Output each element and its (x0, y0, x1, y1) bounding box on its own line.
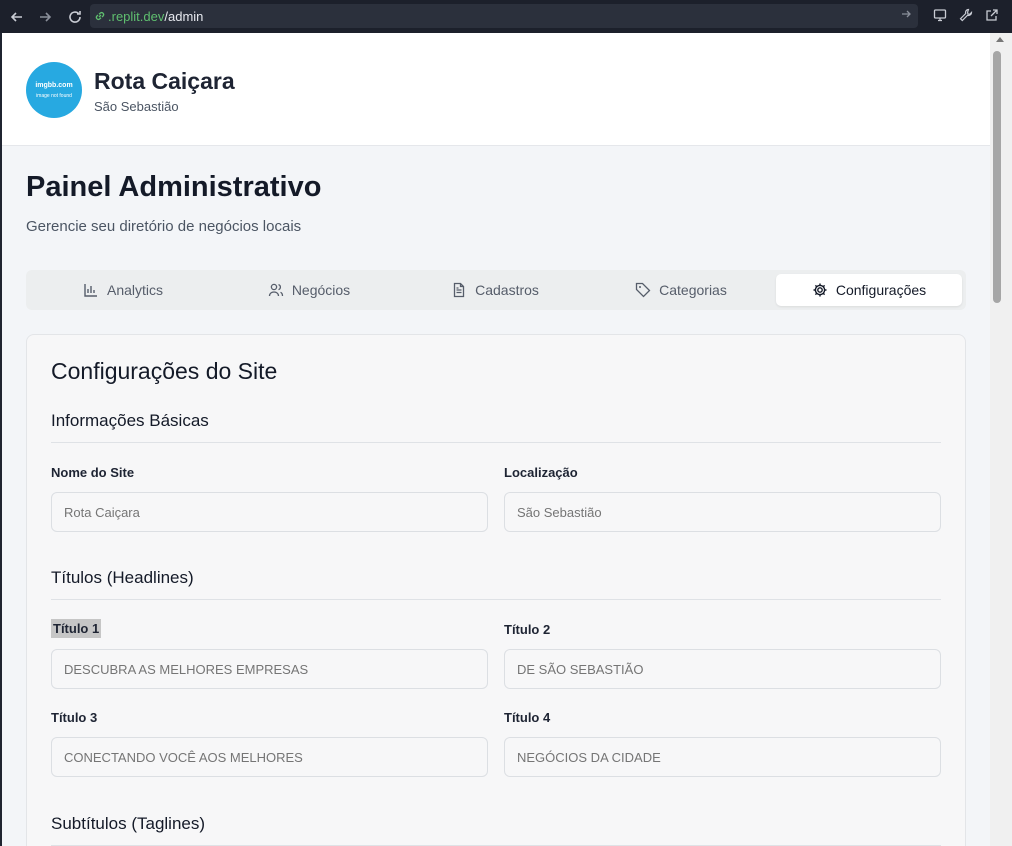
brand-name[interactable]: Rota Caiçara (94, 68, 235, 95)
page-subtitle: Gerencie seu diretório de negócios locai… (26, 218, 302, 235)
wrench-icon[interactable] (958, 6, 974, 24)
forward-icon[interactable] (34, 6, 56, 28)
admin-tabs: Analytics Negócios Cadastros Categorias … (26, 270, 966, 310)
url-domain: .replit.dev (108, 8, 165, 24)
back-icon[interactable] (6, 6, 28, 28)
logo-line1: imgbb.com (35, 81, 73, 89)
site-header: imgbb.com image not found Rota Caiçara S… (2, 33, 990, 146)
title1-input[interactable] (51, 649, 488, 689)
users-icon (268, 283, 283, 297)
tab-analytics[interactable]: Analytics (30, 274, 216, 306)
section-divider (51, 442, 941, 443)
scroll-thumb[interactable] (993, 51, 1001, 303)
site-name-input[interactable] (51, 492, 488, 532)
site-name-label: Nome do Site (51, 465, 135, 480)
tag-icon (635, 282, 651, 298)
title2-input[interactable] (504, 649, 941, 689)
title3-label: Título 3 (51, 710, 98, 725)
scroll-up-arrow-icon[interactable] (996, 37, 1004, 42)
section-basic-title: Informações Básicas (51, 411, 209, 430)
site-logo[interactable]: imgbb.com image not found (26, 62, 82, 118)
brand-city: São Sebastião (94, 99, 179, 114)
file-text-icon (453, 282, 465, 298)
section-headlines-title: Títulos (Headlines) (51, 568, 194, 587)
section-taglines-title: Subtítulos (Taglines) (51, 814, 206, 833)
title4-label: Título 4 (504, 710, 551, 725)
browser-toolbar: .replit.dev/admin (0, 0, 1012, 33)
tab-negocios[interactable]: Negócios (216, 274, 402, 306)
title1-label: Título 1 (51, 619, 102, 638)
go-arrow-icon[interactable] (900, 8, 912, 23)
bar-chart-icon (84, 284, 97, 297)
gear-icon (813, 283, 827, 297)
tab-configuracoes[interactable]: Configurações (776, 274, 962, 306)
external-link-icon[interactable] (984, 6, 1000, 24)
logo-line2: image not found (36, 92, 72, 99)
tab-cadastros[interactable]: Cadastros (402, 274, 588, 306)
title3-input[interactable] (51, 737, 488, 777)
tab-categorias[interactable]: Categorias (588, 274, 774, 306)
page-title: Painel Administrativo (26, 171, 322, 203)
link-icon (95, 11, 105, 21)
settings-title: Configurações do Site (51, 358, 278, 384)
location-input[interactable] (504, 492, 941, 532)
settings-card: Configurações do Site Informações Básica… (26, 334, 966, 846)
tab-label: Categorias (659, 282, 727, 298)
page-scrollbar[interactable] (990, 33, 1012, 846)
title2-label: Título 2 (504, 622, 551, 637)
monitor-icon[interactable] (932, 6, 948, 24)
location-label: Localização (504, 465, 578, 480)
tab-label: Negócios (291, 282, 351, 298)
url-path: /admin (164, 8, 204, 24)
tab-label: Analytics (106, 282, 164, 298)
page-viewport: imgbb.com image not found Rota Caiçara S… (2, 33, 990, 846)
tab-label: Configurações (835, 282, 927, 298)
section-divider (51, 599, 941, 600)
title4-input[interactable] (504, 737, 941, 777)
reload-icon[interactable] (64, 6, 86, 28)
address-bar[interactable]: .replit.dev/admin (90, 4, 918, 28)
tab-label: Cadastros (475, 282, 539, 298)
